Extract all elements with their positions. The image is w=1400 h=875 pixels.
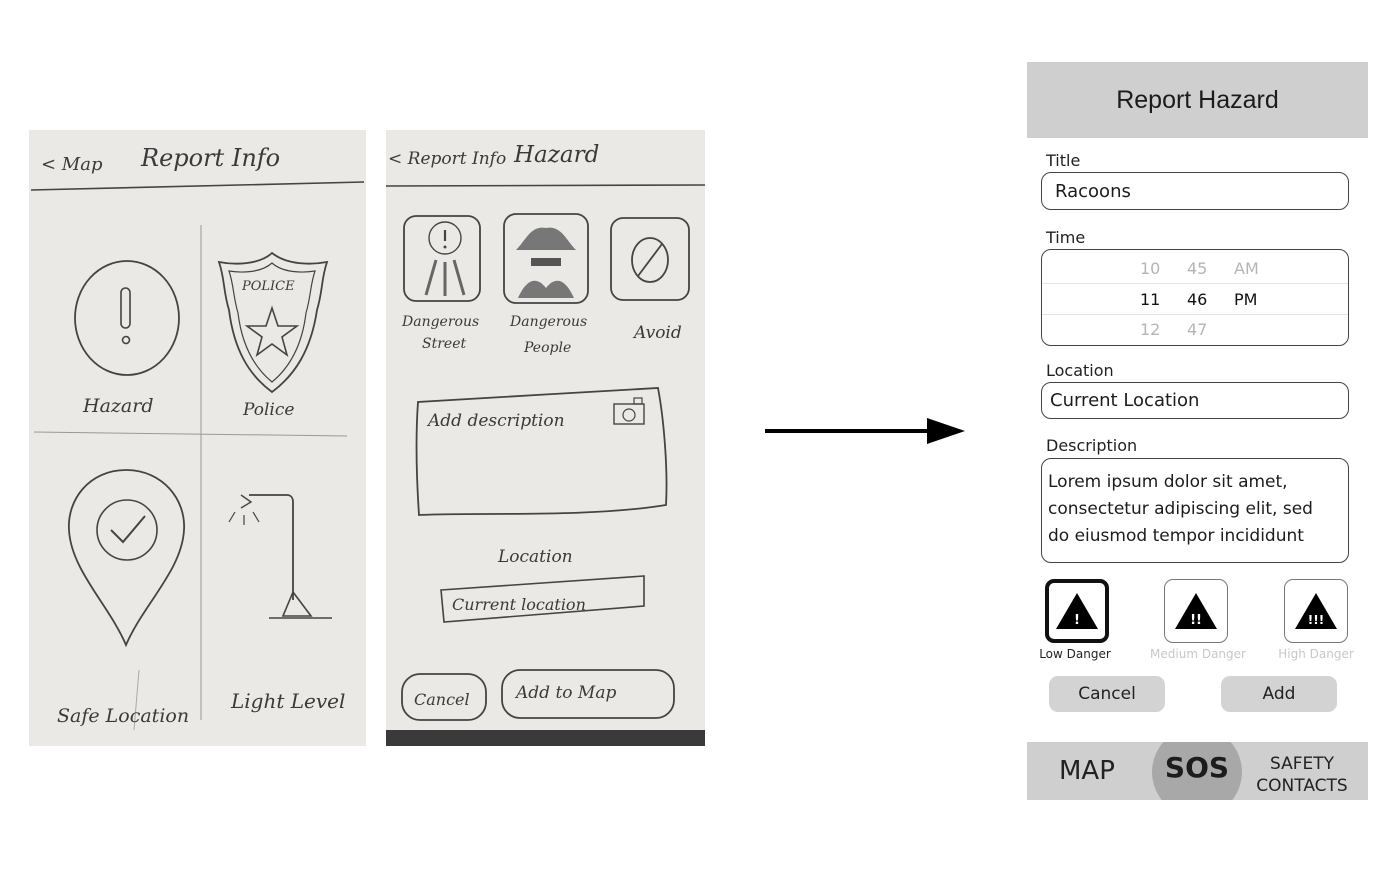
time-minute: 47 — [1187, 320, 1208, 339]
sketch-add-to-map-label: Add to Map — [514, 683, 616, 703]
time-period: PM — [1234, 290, 1258, 309]
cancel-button[interactable]: Cancel — [1049, 676, 1165, 712]
sketch-report-info-labels: < Map Report Info POLICE Hazard Police S… — [41, 144, 345, 727]
sketch-dangerous-people-label: Dangerous — [509, 314, 587, 330]
sketch-dangerous-people-label-2: People — [523, 340, 571, 356]
danger-mark: !! — [1190, 613, 1202, 628]
sketch-item-safe-location: Safe Location — [57, 705, 189, 727]
sketch-item-light-level: Light Level — [230, 689, 345, 713]
sketch-location-value: Current location — [452, 595, 586, 614]
description-textarea[interactable]: Lorem ipsum dolor sit amet, consectetur … — [1041, 458, 1349, 563]
time-label: Time — [1046, 228, 1086, 247]
time-period: AM — [1234, 259, 1259, 278]
tab-bar-content: MAP SOS SAFETY CONTACTS — [1027, 742, 1368, 800]
sos-button[interactable]: SOS — [1152, 742, 1242, 800]
sketch-avoid-label: Avoid — [632, 323, 682, 343]
low-danger-label: Low Danger — [1039, 647, 1111, 661]
high-danger-button[interactable]: !!! — [1284, 579, 1348, 643]
sketch-dangerous-street-label: Dangerous — [401, 314, 479, 330]
arrow-right-icon — [765, 418, 965, 444]
sketch-hazard-labels: < Report Info Hazard Dangerous Street Da… — [388, 142, 682, 709]
contacts-line: CONTACTS — [1256, 776, 1348, 796]
time-option[interactable]: 10 45 AM — [1042, 253, 1348, 283]
tab-safety-contacts[interactable]: SAFETY CONTACTS — [1255, 753, 1349, 797]
sketch-location-label: Location — [497, 547, 573, 567]
safety-line: SAFETY — [1269, 754, 1335, 774]
description-line: Lorem ipsum dolor sit amet, — [1048, 472, 1288, 492]
sketch-police-badge-text: POLICE — [241, 279, 295, 294]
sketch-description-placeholder: Add description — [426, 411, 565, 431]
title-input[interactable]: Racoons — [1041, 172, 1349, 210]
time-picker[interactable]: 10 45 AM 11 46 PM 12 47 — [1041, 249, 1349, 346]
sketch-item-police: Police — [242, 400, 294, 420]
sketch-item-hazard: Hazard — [82, 395, 153, 417]
medium-danger-label: Medium Danger — [1150, 647, 1246, 661]
title-label: Title — [1046, 151, 1081, 170]
location-input[interactable]: Current Location — [1041, 382, 1349, 419]
medium-danger-button[interactable]: !! — [1164, 579, 1228, 643]
sketch-back-map: < Map — [41, 154, 103, 175]
danger-mark: ! — [1074, 613, 1080, 628]
tab-map[interactable]: MAP — [1059, 756, 1115, 786]
time-option-selected[interactable]: 11 46 PM — [1042, 283, 1348, 315]
time-hour: 12 — [1140, 320, 1161, 339]
sos-label: SOS — [1164, 751, 1230, 784]
page-title: Report Hazard — [1027, 62, 1368, 138]
sketch-back-report-info: < Report Info — [388, 149, 506, 169]
add-button[interactable]: Add — [1221, 676, 1337, 712]
description-line: consectetur adipiscing elit, sed — [1048, 499, 1313, 519]
sketch-hazard: < Report Info Hazard Dangerous Street Da… — [386, 130, 705, 746]
location-label: Location — [1046, 361, 1114, 380]
time-hour: 10 — [1140, 259, 1161, 278]
warning-triangle-icon: !! — [1175, 593, 1217, 629]
time-hour: 11 — [1140, 290, 1161, 309]
description-line: do eiusmod tempor incididunt — [1048, 526, 1304, 546]
low-danger-button[interactable]: ! — [1045, 579, 1109, 643]
sketch-report-info: < Map Report Info POLICE Hazard Police S… — [29, 130, 366, 746]
sketch-hazard-title: Hazard — [513, 142, 599, 168]
warning-triangle-icon: ! — [1056, 593, 1098, 629]
time-minute: 46 — [1187, 290, 1208, 309]
description-label: Description — [1046, 436, 1138, 455]
report-hazard-screen: Report Hazard Title Racoons Time 10 45 A… — [1027, 62, 1368, 800]
time-option[interactable]: 12 47 — [1042, 314, 1348, 344]
warning-triangle-icon: !!! — [1295, 593, 1337, 629]
sketch-cancel-label: Cancel — [414, 690, 470, 709]
sketch-dangerous-street-label-2: Street — [422, 336, 466, 352]
time-minute: 45 — [1187, 259, 1208, 278]
danger-mark: !!! — [1308, 613, 1324, 627]
high-danger-label: High Danger — [1278, 647, 1354, 661]
sketch-report-info-title: Report Info — [140, 144, 280, 172]
